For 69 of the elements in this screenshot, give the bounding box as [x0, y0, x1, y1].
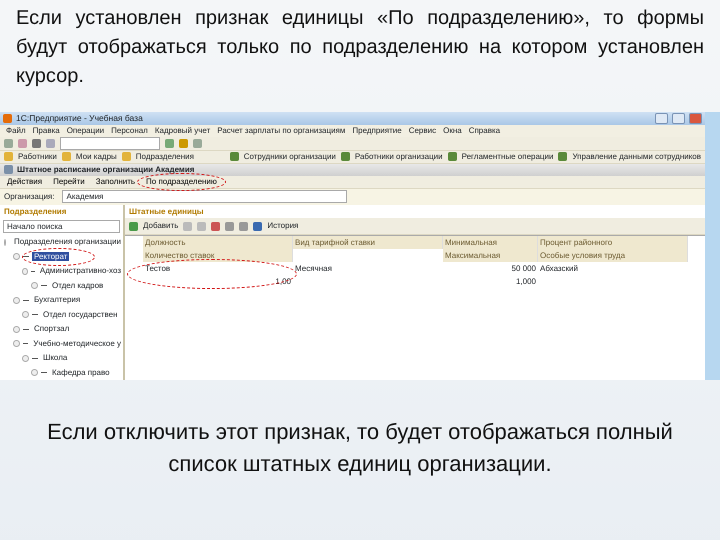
- menu-item[interactable]: Файл: [6, 124, 26, 137]
- column-header: Должность: [143, 236, 293, 249]
- tree-item[interactable]: Школа: [41, 353, 70, 362]
- menu-item[interactable]: Сервис: [408, 124, 436, 137]
- panel-title: Подразделения: [3, 206, 68, 218]
- menu-item[interactable]: Справка: [468, 124, 500, 137]
- minimize-button[interactable]: [655, 112, 668, 124]
- toolbar-button[interactable]: Регламентные операции: [462, 150, 554, 163]
- toolbar-button[interactable]: Мои кадры: [76, 150, 117, 163]
- menu-item[interactable]: Кадровый учет: [154, 124, 210, 137]
- tree-item[interactable]: Спортзал: [32, 324, 72, 334]
- history-button[interactable]: История: [267, 220, 298, 232]
- toolbar-button[interactable]: По подразделению: [143, 176, 220, 188]
- menu-item[interactable]: Окна: [443, 124, 462, 137]
- search-field[interactable]: Начало поиска: [3, 220, 120, 233]
- toolbar-button[interactable]: Заполнить: [92, 176, 138, 188]
- node-dash-icon: [30, 270, 35, 272]
- tree-item[interactable]: Отдел кадров: [50, 280, 106, 290]
- tree-item[interactable]: Ректорат: [32, 252, 70, 261]
- outro-paragraph: Если отключить этот признак, то будет отображаться полный список штатных единиц организации.: [46, 418, 674, 478]
- node-dash-icon: [41, 285, 47, 286]
- toolbar-button[interactable]: Подразделения: [136, 150, 194, 163]
- table-cell-text: 50 000: [510, 263, 537, 275]
- toolbar-button[interactable]: Работники: [18, 150, 57, 163]
- node-dash-icon: [23, 328, 29, 330]
- tree-item[interactable]: Кафедра право: [50, 368, 112, 377]
- tree-item[interactable]: Бухгалтерия: [32, 295, 82, 304]
- node-dash-icon: [32, 314, 38, 316]
- close-button[interactable]: [689, 112, 702, 124]
- menu-item[interactable]: Операции: [66, 124, 104, 137]
- menu-item[interactable]: Предприятие: [352, 124, 402, 137]
- table-cell-text: 1,000: [514, 276, 537, 288]
- filter-label: Организация:: [4, 190, 54, 203]
- document-title: Штатное расписание организации Академия: [17, 164, 196, 176]
- node-dash-icon: [22, 343, 28, 344]
- menu-item[interactable]: Персонал: [111, 124, 148, 137]
- app-logo-icon: [3, 114, 12, 123]
- search-field[interactable]: [60, 136, 160, 150]
- column-header: Минимальная: [443, 236, 538, 249]
- table-cell-text: 1,00: [274, 276, 292, 288]
- add-button[interactable]: Добавить: [143, 220, 178, 232]
- column-header: Особые условия труда: [538, 249, 688, 262]
- tree-item[interactable]: Отдел государствен: [41, 310, 120, 319]
- table-cell-text: Абхазский: [539, 263, 579, 275]
- table-cell-text: Тестов: [144, 263, 172, 275]
- column-header: Вид тарифной ставки: [293, 236, 443, 249]
- node-dash-icon: [41, 372, 47, 374]
- toolbar-button[interactable]: Перейти: [50, 176, 88, 188]
- panel-title: Штатные единицы: [128, 206, 205, 218]
- toolbar-button[interactable]: Сотрудники организации: [244, 150, 336, 163]
- organization-field[interactable]: Академия: [62, 190, 348, 204]
- tree-item[interactable]: Учебно-методическое у: [31, 338, 123, 348]
- maximize-button[interactable]: [672, 112, 685, 124]
- table-cell-text: Месячная: [294, 263, 333, 275]
- column-header: Количество ставок: [143, 249, 293, 262]
- toolbar-button[interactable]: Управление данными сотрудников: [572, 150, 701, 163]
- toolbar-button[interactable]: Действия: [4, 176, 46, 188]
- menu-item[interactable]: Расчет зарплаты по организациям: [217, 124, 346, 137]
- node-dash-icon: [23, 300, 29, 301]
- column-header: Процент районного: [538, 236, 688, 249]
- column-header: Максимальная: [443, 249, 538, 262]
- menu-item[interactable]: Правка: [32, 124, 60, 137]
- tree-item[interactable]: Подразделения организации: [12, 237, 124, 246]
- tree-item[interactable]: Административно-хоз: [38, 266, 123, 276]
- intro-paragraph: Если установлен признак единицы «По подразделению», то формы будут отображаться только по подразделению на котором установлен курсор.: [15, 6, 705, 89]
- window-title: 1С:Предприятие - Учебная база: [16, 112, 144, 125]
- node-dash-icon: [23, 256, 29, 258]
- toolbar-button[interactable]: Работники организации: [354, 150, 443, 163]
- node-dash-icon: [32, 358, 38, 359]
